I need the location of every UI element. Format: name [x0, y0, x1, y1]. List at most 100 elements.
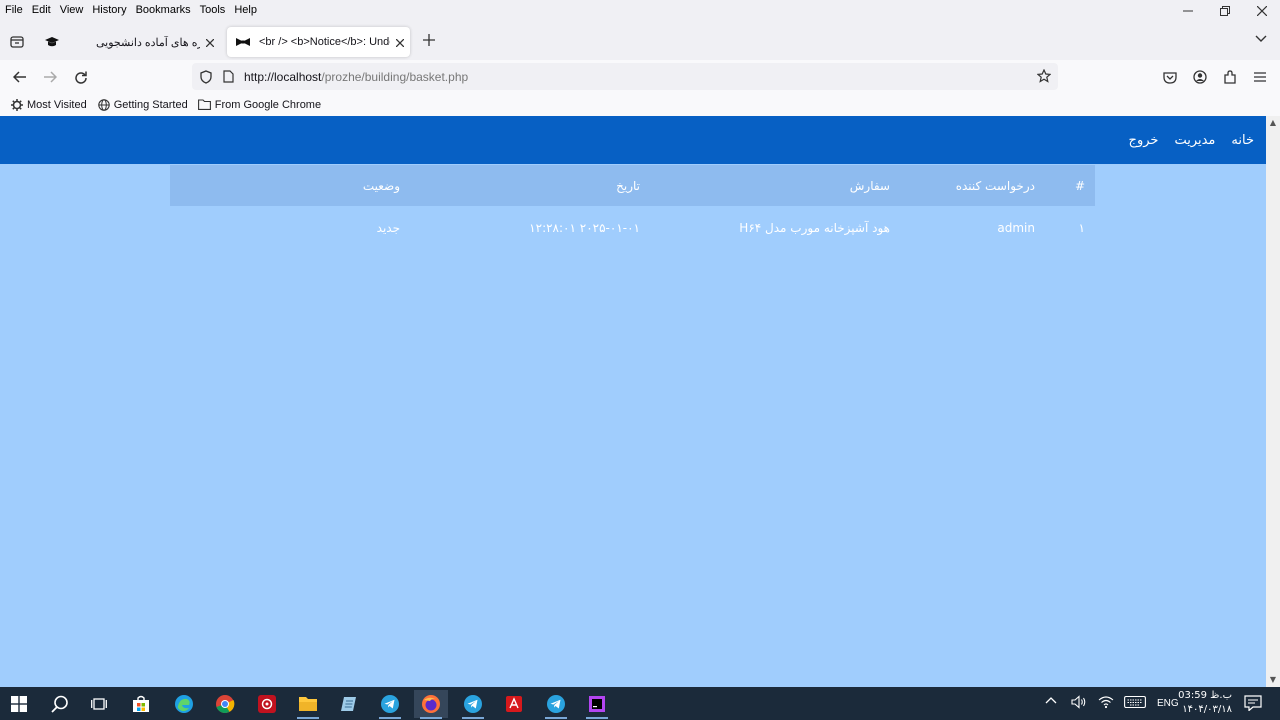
arrow-right-icon	[44, 71, 57, 83]
url-bar[interactable]: http://localhost/prozhe/building/basket.…	[192, 63, 1058, 90]
task-view-icon	[91, 698, 107, 710]
nav-home-link[interactable]: خانه	[1231, 133, 1254, 148]
firefox-view-button[interactable]	[6, 31, 28, 53]
start-button[interactable]	[2, 690, 36, 718]
puzzle-icon	[1224, 70, 1236, 84]
header-order: سفارش	[650, 165, 900, 206]
scroll-down-arrow-icon[interactable]: ▼	[1266, 673, 1280, 687]
reload-button[interactable]	[67, 65, 93, 89]
extensions-button[interactable]	[1220, 67, 1240, 87]
url-path: /prozhe/building/basket.php	[321, 69, 469, 84]
forward-button[interactable]	[37, 65, 63, 89]
close-tab-button[interactable]	[390, 35, 410, 50]
touch-keyboard-button[interactable]	[1124, 695, 1146, 712]
page-viewport: خانه مدیریت خروج # درخواست کننده سفارش ت…	[0, 116, 1266, 687]
firefox-taskbar-button[interactable]	[414, 690, 448, 719]
telegram-icon	[381, 695, 399, 713]
folder-icon	[299, 697, 317, 711]
task-view-button[interactable]	[82, 690, 116, 718]
bookmark-label: Getting Started	[113, 98, 188, 111]
cell-status: جدید	[376, 221, 400, 235]
page-info-icon[interactable]	[220, 70, 236, 83]
account-button[interactable]	[1190, 67, 1210, 87]
phpstorm-icon	[589, 696, 605, 712]
notepad-taskbar-button[interactable]	[332, 690, 366, 718]
back-button[interactable]	[7, 65, 33, 89]
firefox-view-icon	[10, 36, 24, 48]
nav-admin-link[interactable]: مدیریت	[1174, 133, 1215, 148]
anydesk-taskbar-button[interactable]	[250, 690, 284, 718]
cell-date: ۲۰۲۵-۰۱-۰۱ ۱۲:۲۸:۰۱	[529, 221, 640, 235]
acrobat-icon	[506, 696, 522, 712]
notepad-icon	[341, 697, 356, 711]
bookmark-getting-started[interactable]: Getting Started	[97, 98, 188, 112]
star-icon	[1037, 69, 1051, 83]
hamburger-icon	[1254, 72, 1266, 82]
restore-button[interactable]	[1206, 0, 1243, 22]
tab-notice[interactable]: <br /> <b>Notice</b>: Undefi	[227, 27, 410, 57]
window-controls	[1169, 0, 1280, 22]
cell-requester: admin	[997, 221, 1035, 235]
pocket-icon	[1163, 71, 1177, 84]
file-explorer-taskbar-button[interactable]	[291, 690, 325, 719]
site-navbar: خانه مدیریت خروج	[0, 116, 1266, 164]
plus-icon	[423, 34, 435, 46]
new-tab-button[interactable]	[418, 32, 440, 52]
system-clock[interactable]: 03:59 ب.ظ ۱۴۰۴/۰۳/۱۸	[1178, 689, 1232, 717]
bookmark-from-google-chrome[interactable]: From Google Chrome	[198, 98, 321, 112]
bookmark-label: From Google Chrome	[214, 98, 322, 111]
bowtie-icon	[235, 34, 251, 50]
input-language-indicator[interactable]: ENG	[1157, 698, 1179, 709]
firefox-icon	[422, 695, 440, 713]
keyboard-icon	[1124, 695, 1146, 709]
page-scrollbar[interactable]: ▲ ▼	[1266, 116, 1280, 687]
tracking-protection-shield-icon[interactable]	[198, 69, 214, 84]
orders-table: # درخواست کننده سفارش تاریخ وضعیت ۱ admi…	[170, 165, 1095, 250]
menu-history[interactable]: History	[87, 4, 130, 16]
close-tab-button[interactable]	[200, 35, 220, 50]
app-menu-button[interactable]	[1250, 67, 1270, 87]
nav-logout-link[interactable]: خروج	[1129, 133, 1159, 148]
scroll-up-arrow-icon[interactable]: ▲	[1266, 116, 1280, 130]
telegram-2-taskbar-button[interactable]	[456, 690, 490, 719]
url-text[interactable]: http://localhost/prozhe/building/basket.…	[244, 70, 468, 84]
bookmark-most-visited[interactable]: Most Visited	[10, 98, 87, 112]
menu-file[interactable]: File	[0, 4, 27, 16]
menu-edit[interactable]: Edit	[27, 4, 55, 16]
tab-title: <br /> <b>Notice</b>: Undefi	[259, 36, 390, 48]
cell-number: ۱	[1078, 221, 1085, 235]
telegram-3-taskbar-button[interactable]	[539, 690, 573, 719]
notifications-button[interactable]	[1244, 695, 1262, 714]
acrobat-taskbar-button[interactable]	[497, 690, 531, 718]
microsoft-store-taskbar-button[interactable]	[124, 690, 158, 718]
search-icon	[51, 695, 68, 713]
navigation-bar: http://localhost/prozhe/building/basket.…	[0, 60, 1280, 93]
chrome-taskbar-button[interactable]	[208, 690, 242, 718]
table-header-row: # درخواست کننده سفارش تاریخ وضعیت	[170, 165, 1095, 206]
show-hidden-icons-button[interactable]	[1045, 696, 1057, 707]
cell-order: هود آشپزخانه مورب مدل H۶۴	[739, 221, 890, 235]
phpstorm-taskbar-button[interactable]	[580, 690, 614, 719]
bookmark-star-button[interactable]	[1036, 68, 1052, 84]
globe-icon	[97, 98, 111, 112]
list-all-tabs-button[interactable]	[1250, 32, 1272, 52]
tab-student-projects[interactable]: پروژه های آماده دانشجویی	[36, 27, 220, 57]
telegram-taskbar-button[interactable]	[373, 690, 407, 719]
close-icon	[1256, 6, 1267, 16]
menu-tools[interactable]: Tools	[195, 4, 230, 16]
edge-taskbar-button[interactable]	[167, 690, 201, 718]
notification-icon	[1244, 695, 1262, 712]
windows-logo-icon	[11, 696, 27, 712]
menu-help[interactable]: Help	[229, 4, 261, 16]
tab-title: پروژه های آماده دانشجویی	[96, 36, 200, 49]
volume-button[interactable]	[1071, 695, 1087, 712]
minimize-button[interactable]	[1169, 0, 1206, 22]
pocket-button[interactable]	[1160, 67, 1180, 87]
search-button[interactable]	[43, 690, 77, 718]
wifi-icon	[1098, 696, 1114, 709]
menu-bookmarks[interactable]: Bookmarks	[131, 4, 195, 16]
close-window-button[interactable]	[1243, 0, 1280, 22]
menu-view[interactable]: View	[55, 4, 88, 16]
network-button[interactable]	[1098, 695, 1114, 712]
header-number: #	[1045, 165, 1095, 206]
